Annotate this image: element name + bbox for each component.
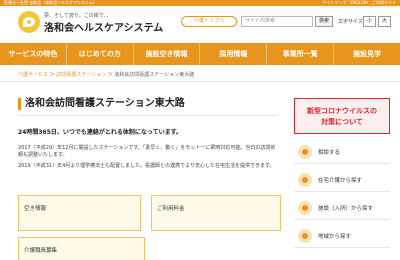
breadcrumb-current: 洛和会訪問看護ステーション東大路 — [114, 72, 195, 78]
title-accent-bar — [18, 98, 21, 110]
sidebar-item-consult[interactable]: 相談する — [294, 140, 390, 164]
sidebar-item-area[interactable]: 地域から探す — [294, 224, 390, 248]
sidebar-item-label: 施設（入所）から探す — [318, 206, 374, 212]
nav-item-offices[interactable]: 事業所一覧 — [266, 43, 333, 65]
page-title: 洛和会訪問看護ステーション東大路 — [25, 98, 185, 109]
font-size-small-button[interactable]: 小 — [363, 16, 376, 27]
logo-icon — [18, 11, 40, 33]
nav-item-first-time[interactable]: はじめての方 — [65, 43, 133, 65]
map-pin-icon — [298, 229, 312, 243]
utility-links[interactable]: サイトマップ｜ENGLISH｜ご利用ガイド — [322, 0, 396, 6]
building-icon — [298, 201, 312, 215]
breadcrumb-divider — [0, 81, 400, 82]
lead-text: 24時間365日、いつでも連絡がとれる体制になっています。 — [18, 129, 182, 136]
pt-paragraph: 2019（平成31）年4月より理学療法士も配置しました。看護師との連携でより安心… — [18, 163, 275, 169]
title-divider — [18, 115, 278, 116]
recruit-card[interactable]: 介護職員募集 — [18, 237, 145, 260]
logo-tagline: 夢、そして誇り。この街で… — [44, 13, 109, 19]
global-nav: サービスの特色 はじめての方 施設空き情報 採用情報 事業所一覧 施設見学 — [0, 43, 400, 65]
breadcrumb: 介護サービス ＞ 訪問看護ステーション ＞ 洛和会訪問看護ステーション東大路 — [18, 71, 194, 78]
covid-notice-banner[interactable]: 新型コロナウイルスの 対策について — [294, 98, 390, 134]
sidebar-item-label: 地域から探す — [318, 234, 352, 240]
card-label: 介護職員募集 — [24, 248, 58, 254]
logo-name: 洛和会ヘルスケアシステム — [44, 23, 164, 34]
breadcrumb-parent[interactable]: 訪問看護ステーション — [56, 72, 106, 78]
search-input[interactable]: サイト内検索 — [241, 16, 313, 27]
chat-icon — [298, 145, 312, 159]
care-top-link[interactable]: 介護トップへ — [181, 16, 237, 27]
vacancy-card[interactable]: 空き情報 — [18, 195, 141, 231]
font-size-label: 文字サイズ — [338, 19, 363, 25]
fees-card[interactable]: ご利用料金 — [151, 195, 281, 231]
covid-notice-line2: 対策について — [321, 118, 363, 126]
intro-paragraph: 2017（平成29）年12月に開設したステーションです。「素早く、動く」をモット… — [18, 145, 276, 158]
sidebar-item-home-care[interactable]: 在宅介護から探す — [294, 168, 390, 192]
card-label: ご利用料金 — [157, 206, 185, 212]
nav-item-tour[interactable]: 施設見学 — [333, 43, 400, 65]
top-utility-bar: 医療法人社団 洛和会（洛和会ヘルスケアシステム） サイトマップ｜ENGLISH｜… — [0, 0, 400, 6]
nav-item-vacancy[interactable]: 施設空き情報 — [132, 43, 200, 65]
house-icon — [298, 173, 312, 187]
covid-notice-line1: 新型コロナウイルスの — [307, 107, 377, 115]
sidebar-item-label: 在宅介護から探す — [318, 178, 363, 184]
card-label: 空き情報 — [24, 206, 47, 212]
breadcrumb-home[interactable]: 介護サービス — [18, 72, 48, 78]
org-name-text: 医療法人社団 洛和会（洛和会ヘルスケアシステム） — [4, 0, 97, 5]
nav-item-recruit[interactable]: 採用情報 — [199, 43, 266, 65]
search-button[interactable]: 検索 — [315, 16, 333, 27]
sidebar-item-label: 相談する — [318, 150, 341, 156]
sidebar-item-facility[interactable]: 施設（入所）から探す — [294, 196, 390, 220]
nav-item-features[interactable]: サービスの特色 — [0, 43, 66, 65]
site-logo[interactable]: 夢、そして誇り。この街で… 洛和会ヘルスケアシステム — [18, 10, 163, 34]
font-size-large-button[interactable]: 大 — [378, 16, 391, 27]
